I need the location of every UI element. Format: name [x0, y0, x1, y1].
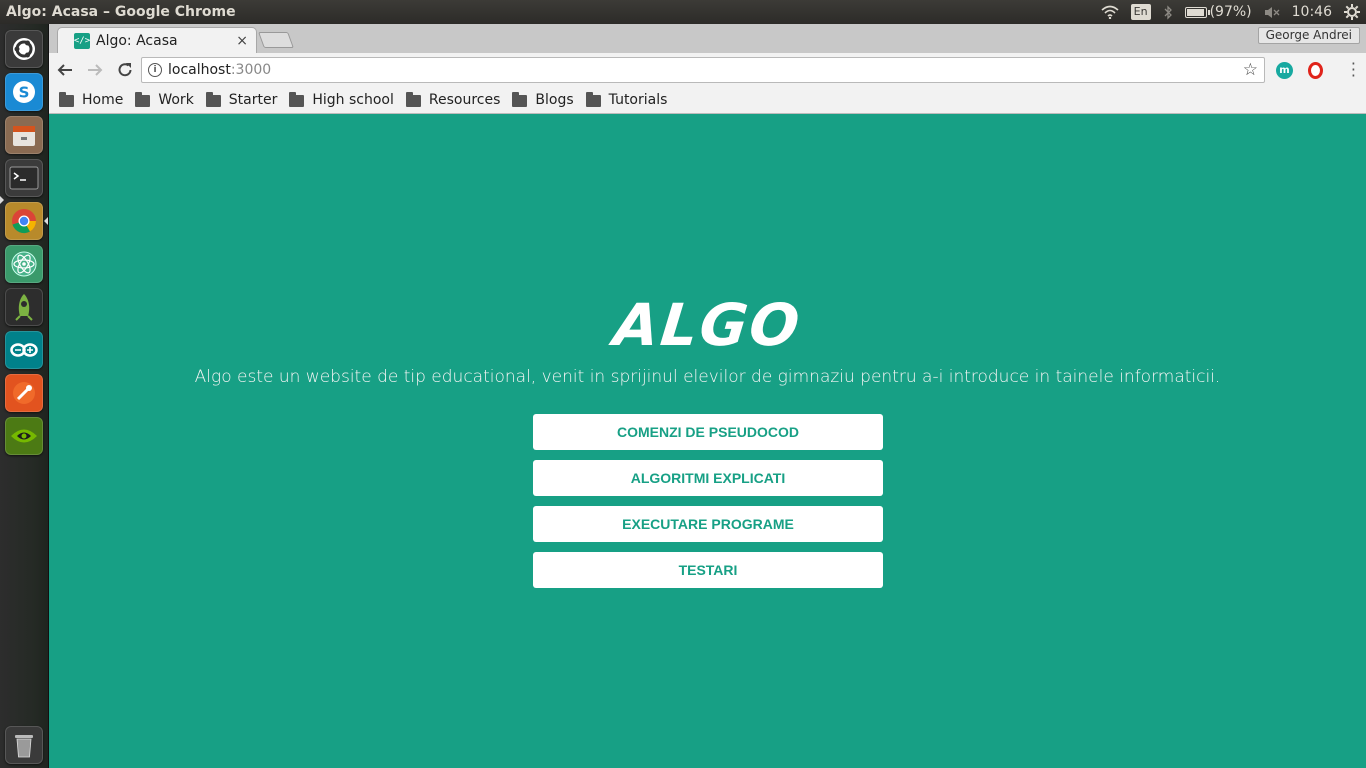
back-icon[interactable] [51, 56, 79, 84]
bookmark-starter[interactable]: Starter [205, 92, 278, 108]
folder-icon [205, 92, 221, 107]
tab-algo-acasa[interactable]: </> Algo: Acasa × [57, 27, 257, 54]
url-host: localhost [168, 62, 231, 78]
indicator-area: En (97%) 10:46 [1095, 0, 1366, 24]
arduino-icon[interactable] [5, 331, 43, 369]
chrome-icon[interactable] [5, 202, 43, 240]
bookmarks-bar: Home Work Starter High school Resources … [49, 87, 1366, 114]
ubuntu-dash-icon[interactable] [5, 30, 43, 68]
tab-close-icon[interactable]: × [236, 33, 248, 49]
svg-text:S: S [19, 84, 30, 102]
browser-window: </> Algo: Acasa × George Andrei i localh… [49, 24, 1366, 768]
settings-gear-icon[interactable] [1338, 0, 1366, 24]
toolbar: i localhost:3000 ☆ m · · · [49, 53, 1366, 87]
bookmark-high-school[interactable]: High school [289, 92, 394, 108]
new-tab-button[interactable] [258, 32, 294, 48]
tab-strip: </> Algo: Acasa × George Andrei [49, 24, 1366, 54]
bookmark-label: High school [312, 92, 394, 108]
bookmark-work[interactable]: Work [135, 92, 194, 108]
profile-button[interactable]: George Andrei [1257, 27, 1360, 44]
mercury-extension-icon[interactable]: m [1276, 62, 1293, 79]
bookmark-resources[interactable]: Resources [405, 92, 501, 108]
battery-percent: (97%) [1209, 4, 1252, 20]
volume-muted-icon[interactable] [1258, 0, 1286, 24]
site-info-icon[interactable]: i [148, 63, 162, 77]
tests-button[interactable]: TESTARI [533, 552, 883, 588]
folder-icon [512, 92, 528, 107]
bookmark-label: Blogs [535, 92, 574, 108]
site-logo: ALGO [610, 291, 805, 359]
keyboard-layout-indicator[interactable]: En [1125, 0, 1157, 24]
address-bar[interactable]: i localhost:3000 ☆ [141, 57, 1265, 83]
nvidia-settings-icon[interactable] [5, 417, 43, 455]
chrome-focused-indicator [44, 217, 48, 225]
android-studio-icon[interactable] [5, 288, 43, 326]
page-content: ALGO Algo este un website de tip educati… [49, 115, 1366, 768]
chrome-menu-icon[interactable]: · · · [1351, 56, 1356, 84]
bookmark-star-icon[interactable]: ☆ [1243, 60, 1258, 80]
folder-icon [59, 92, 74, 107]
url-port: :3000 [230, 62, 272, 78]
bookmark-label: Tutorials [608, 92, 668, 108]
bookmark-label: Home [82, 92, 124, 108]
bookmark-home[interactable]: Home [59, 92, 123, 108]
terminal-running-indicator [0, 196, 4, 204]
battery-icon [1184, 6, 1210, 18]
bookmark-tutorials[interactable]: Tutorials [585, 92, 668, 108]
launcher: S [0, 24, 49, 768]
reload-icon[interactable] [111, 56, 139, 84]
top-panel: Algo: Acasa – Google Chrome En (97%) 10:… [0, 0, 1366, 24]
forward-icon[interactable] [81, 56, 109, 84]
bookmark-blogs[interactable]: Blogs [512, 92, 574, 108]
site-tagline: Algo este un website de tip educational,… [194, 367, 1221, 387]
run-programs-button[interactable]: EXECUTARE PROGRAME [533, 506, 883, 542]
bookmark-label: Resources [428, 92, 501, 108]
pseudocode-commands-button[interactable]: COMENZI DE PSEUDOCOD [533, 414, 883, 450]
window-title: Algo: Acasa – Google Chrome [6, 4, 236, 20]
skype-icon[interactable]: S [5, 73, 43, 111]
trash-icon[interactable] [5, 726, 43, 764]
terminal-icon[interactable] [5, 159, 43, 197]
tab-title: Algo: Acasa [96, 33, 178, 49]
folder-icon [135, 92, 151, 107]
postman-icon[interactable] [5, 374, 43, 412]
opera-extension-icon[interactable] [1308, 62, 1323, 79]
folder-icon [289, 92, 305, 107]
files-icon[interactable] [5, 116, 43, 154]
battery-fill [1186, 8, 1204, 16]
explained-algorithms-button[interactable]: ALGORITMI EXPLICATI [533, 460, 883, 496]
folder-icon [405, 92, 421, 107]
bookmark-label: Starter [228, 92, 278, 108]
code-favicon-icon: </> [74, 33, 90, 49]
keyboard-layout-label: En [1130, 4, 1151, 20]
atom-icon[interactable] [5, 245, 43, 283]
folder-icon [585, 92, 601, 107]
bluetooth-icon[interactable] [1157, 0, 1179, 24]
clock[interactable]: 10:46 [1286, 0, 1338, 24]
bookmark-label: Work [158, 92, 194, 108]
wifi-icon[interactable] [1095, 0, 1125, 24]
battery-indicator[interactable]: (97%) [1179, 0, 1258, 24]
